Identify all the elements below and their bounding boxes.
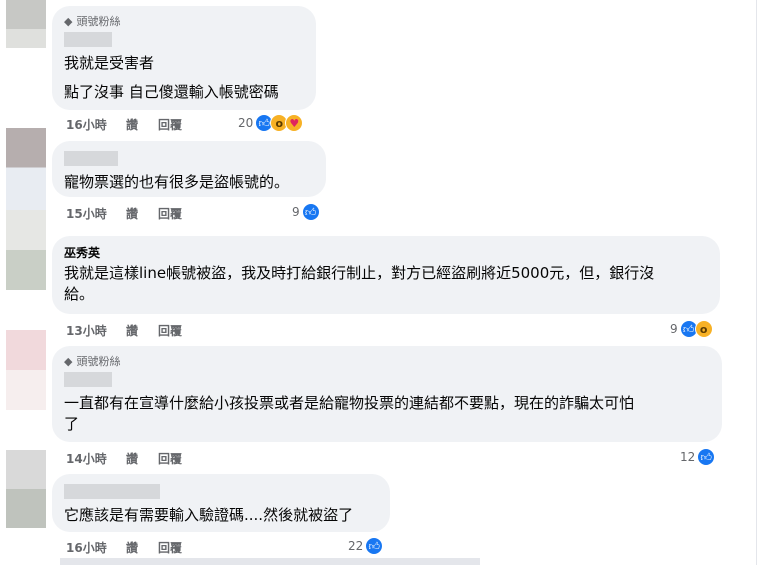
reaction-count: 12 bbox=[680, 450, 696, 464]
avatar[interactable] bbox=[6, 330, 46, 410]
avatar[interactable] bbox=[6, 450, 46, 528]
reply-button[interactable]: 回覆 bbox=[158, 539, 182, 556]
like-button[interactable]: 讚 bbox=[126, 450, 158, 467]
diamond-icon: ◆ bbox=[64, 14, 73, 28]
reaction-count: 22 bbox=[348, 539, 364, 553]
comment-meta: 15小時 讚 回覆 bbox=[66, 205, 182, 222]
reaction-summary[interactable]: 20 👍︎ o ♥ bbox=[238, 114, 304, 132]
reaction-summary[interactable]: 9 👍︎ bbox=[292, 203, 320, 221]
thumbs-up-icon: 👍︎ bbox=[301, 203, 320, 221]
reply-button[interactable]: 回覆 bbox=[158, 322, 182, 339]
thumbs-up-icon: 👍︎ bbox=[365, 537, 384, 555]
like-button[interactable]: 讚 bbox=[126, 322, 158, 339]
avatar[interactable] bbox=[6, 210, 46, 290]
comment-meta: 14小時 讚 回覆 bbox=[66, 450, 182, 467]
like-button[interactable]: 讚 bbox=[126, 539, 158, 556]
comment-text: 我就是這樣line帳號被盜，我及時打給銀行制止，對方已經盜刷將近5000元，但，… bbox=[64, 264, 655, 303]
comment-meta: 16小時 讚 回覆 bbox=[66, 539, 182, 556]
commenter-name-redacted[interactable] bbox=[64, 151, 118, 166]
reaction-summary[interactable]: 12 👍︎ bbox=[680, 448, 716, 466]
page-edge-divider bbox=[756, 0, 757, 565]
reply-button[interactable]: 回覆 bbox=[158, 450, 182, 467]
comment-text: 它應該是有需要輸入驗證碼....然後就被盜了 bbox=[64, 506, 354, 524]
commenter-name-redacted[interactable] bbox=[64, 372, 112, 387]
top-fan-badge: ◆ 頭號粉絲 bbox=[64, 354, 121, 369]
like-button[interactable]: 讚 bbox=[126, 205, 158, 222]
commenter-name-redacted[interactable] bbox=[64, 32, 112, 47]
reaction-count: 9 bbox=[292, 205, 300, 219]
comment-timestamp[interactable]: 15小時 bbox=[66, 205, 126, 222]
reaction-count: 20 bbox=[238, 116, 254, 130]
wow-face-icon: o bbox=[694, 320, 713, 338]
comment-timestamp[interactable]: 16小時 bbox=[66, 116, 126, 133]
top-fan-badge: ◆ 頭號粉絲 bbox=[64, 14, 121, 29]
comment-bubble: 巫秀英 我就是這樣line帳號被盜，我及時打給銀行制止，對方已經盜刷將近5000… bbox=[52, 236, 720, 314]
reply-button[interactable]: 回覆 bbox=[158, 116, 182, 133]
commenter-name[interactable]: 巫秀英 bbox=[64, 244, 708, 261]
reaction-count: 9 bbox=[670, 322, 678, 336]
comment-timestamp[interactable]: 13小時 bbox=[66, 322, 126, 339]
reaction-summary[interactable]: 22 👍︎ bbox=[348, 537, 384, 555]
thumbs-up-icon: 👍︎ bbox=[697, 448, 716, 466]
next-comment-bubble-partial bbox=[60, 558, 480, 565]
comment-timestamp[interactable]: 16小時 bbox=[66, 539, 126, 556]
avatar[interactable] bbox=[6, 128, 46, 210]
comment-text: 寵物票選的也有很多是盜帳號的。 bbox=[64, 173, 290, 191]
commenter-name-redacted[interactable] bbox=[64, 484, 160, 499]
like-button[interactable]: 讚 bbox=[126, 116, 158, 133]
comment-text: 我就是受害者 點了沒事 自己傻還輸入帳號密碼 bbox=[64, 54, 279, 101]
comment-meta: 13小時 讚 回覆 bbox=[66, 322, 182, 339]
comment-bubble: ◆ 頭號粉絲 一直都有在宣導什麼給小孩投票或者是給寵物投票的連結都不要點，現在的… bbox=[52, 346, 722, 442]
reaction-summary[interactable]: 9 👍︎ o bbox=[670, 320, 713, 338]
care-face-icon: ♥ bbox=[285, 114, 304, 132]
comment-bubble: 寵物票選的也有很多是盜帳號的。 bbox=[52, 141, 326, 197]
comment-text: 一直都有在宣導什麼給小孩投票或者是給寵物投票的連結都不要點，現在的詐騙太可怕 了 bbox=[64, 394, 635, 433]
comment-bubble: 它應該是有需要輸入驗證碼....然後就被盜了 bbox=[52, 474, 390, 532]
comment-timestamp[interactable]: 14小時 bbox=[66, 450, 126, 467]
avatar[interactable] bbox=[6, 0, 46, 48]
reply-button[interactable]: 回覆 bbox=[158, 205, 182, 222]
diamond-icon: ◆ bbox=[64, 354, 73, 368]
comment-meta: 16小時 讚 回覆 bbox=[66, 116, 182, 133]
comment-bubble: ◆ 頭號粉絲 我就是受害者 點了沒事 自己傻還輸入帳號密碼 bbox=[52, 6, 316, 110]
